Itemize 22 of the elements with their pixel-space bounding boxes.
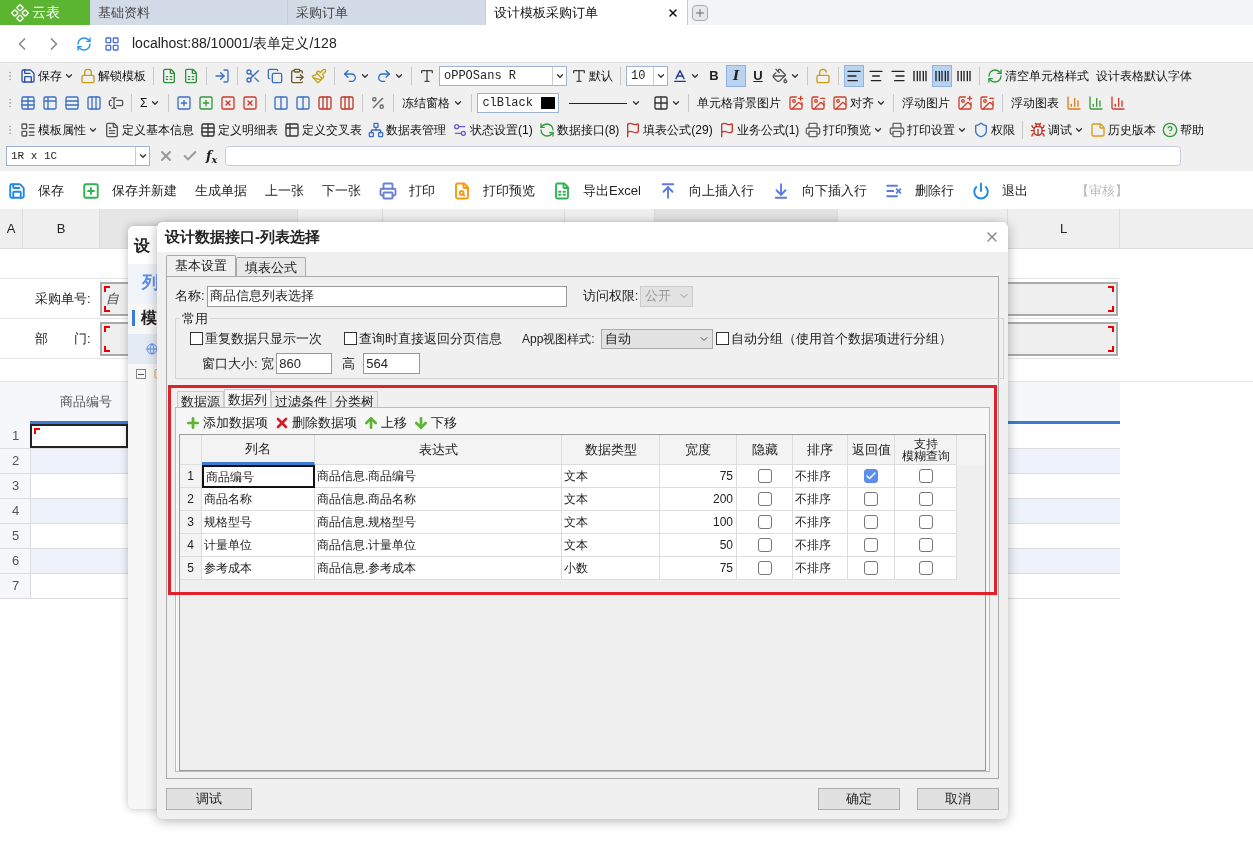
row-number: 6 <box>0 549 30 573</box>
field-label: 访问权限: <box>582 287 639 306</box>
row-number: 1 <box>180 465 202 488</box>
field-label: 窗口大小: 宽 <box>202 354 275 373</box>
row-number: 3 <box>0 474 30 498</box>
field-label: 名称: <box>175 287 205 306</box>
field-label: App视图样式: <box>522 330 595 348</box>
group-title: 常用 <box>181 310 209 328</box>
row-number: 5 <box>180 557 202 580</box>
row-number: 3 <box>180 511 202 534</box>
row-number: 2 <box>0 449 30 473</box>
row-number: 7 <box>0 574 30 598</box>
dialog-title: 设计数据接口-列表选择 <box>165 226 320 247</box>
row-number: 2 <box>180 488 202 511</box>
row-number: 4 <box>0 499 30 523</box>
field-label: 部 门: <box>34 329 92 348</box>
field-label: 采购单号: <box>34 289 92 308</box>
row-number: 4 <box>180 534 202 557</box>
section-heading: 模 <box>141 308 157 328</box>
row-number: 1 <box>0 424 30 448</box>
field-label: 高 <box>342 354 356 373</box>
row-number: 5 <box>0 524 30 548</box>
